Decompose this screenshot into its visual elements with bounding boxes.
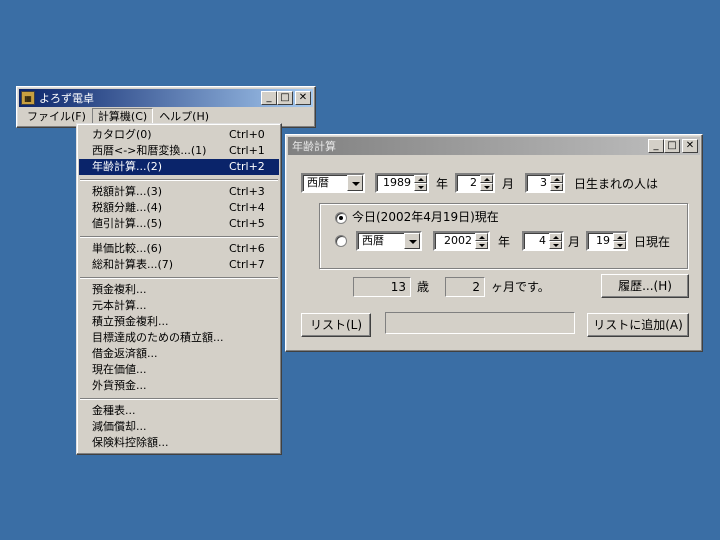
dialog-minimize-button[interactable]: _ bbox=[648, 139, 664, 153]
main-window-title: よろず電卓 bbox=[39, 92, 94, 105]
menu-item-tax-calc[interactable]: 税額計算...(3) Ctrl+3 bbox=[79, 184, 279, 200]
ref-month-label: 月 bbox=[568, 235, 581, 249]
menu-separator bbox=[80, 277, 278, 279]
menu-item-principal[interactable]: 元本計算... bbox=[79, 298, 279, 314]
menu-item-loan-repayment[interactable]: 借金返済額... bbox=[79, 346, 279, 362]
menu-item-sum-table[interactable]: 総和計算表...(7) Ctrl+7 bbox=[79, 257, 279, 273]
calculator-menu-dropdown: カタログ(0) Ctrl+0 西暦<->和暦変換...(1) Ctrl+1 年齢計算… bbox=[76, 123, 282, 455]
list-button[interactable]: リスト(L) bbox=[301, 313, 371, 337]
spin-down-icon[interactable] bbox=[549, 241, 562, 249]
close-icon: ✕ bbox=[298, 92, 308, 103]
spin-up-icon[interactable] bbox=[480, 175, 493, 183]
minimize-button[interactable]: _ bbox=[261, 91, 277, 105]
menu-item-target-saving[interactable]: 目標達成のための積立額... bbox=[79, 330, 279, 346]
calculator-app-icon: ▦ bbox=[21, 91, 35, 105]
ref-day-spinner[interactable]: 19 bbox=[586, 231, 628, 251]
maximize-button[interactable]: □ bbox=[277, 91, 293, 105]
spin-up-icon[interactable] bbox=[475, 233, 488, 241]
chevron-down-icon[interactable] bbox=[347, 175, 363, 191]
maximize-icon: □ bbox=[667, 140, 677, 151]
menu-item-insurance-deduction[interactable]: 保険料控除額... bbox=[79, 435, 279, 451]
ref-month-spinner[interactable]: 4 bbox=[522, 231, 564, 251]
main-window: ▦ よろず電卓 _ □ ✕ ファイル(F) 計算機(C) ヘルプ(H) bbox=[16, 86, 316, 128]
birth-year-spinner[interactable]: 1989 bbox=[375, 173, 429, 193]
dialog-title: 年齢計算 bbox=[292, 140, 336, 153]
radio-today-label[interactable]: 今日(2002年4月19日)現在 bbox=[352, 209, 499, 225]
birth-day-label: 日生まれの人は bbox=[574, 177, 659, 191]
dialog-close-button[interactable]: ✕ bbox=[682, 139, 698, 153]
spin-up-icon[interactable] bbox=[550, 175, 563, 183]
menu-item-installment-compound[interactable]: 積立預金複利... bbox=[79, 314, 279, 330]
status-field bbox=[385, 312, 575, 334]
ref-year-label: 年 bbox=[498, 235, 511, 249]
menu-item-tax-separation[interactable]: 税額分離...(4) Ctrl+4 bbox=[79, 200, 279, 216]
close-icon: ✕ bbox=[685, 140, 695, 151]
minimize-icon: _ bbox=[653, 140, 659, 151]
menu-item-age-calc[interactable]: 年齢計算...(2) Ctrl+2 bbox=[79, 159, 279, 175]
history-button[interactable]: 履歴...(H) bbox=[601, 274, 689, 298]
result-months: 2 bbox=[445, 277, 485, 297]
dialog-maximize-button[interactable]: □ bbox=[664, 139, 680, 153]
ref-day-label: 日現在 bbox=[634, 235, 671, 249]
spin-down-icon[interactable] bbox=[414, 183, 427, 191]
birth-month-spinner[interactable]: 2 bbox=[455, 173, 495, 193]
menu-item-denomination-table[interactable]: 金種表... bbox=[79, 403, 279, 419]
ref-year-spinner[interactable]: 2002 bbox=[433, 231, 490, 251]
age-calc-dialog: 年齢計算 _ □ ✕ 西暦 1989 年 2 月 3 日生まれの人は 今日(20… bbox=[285, 134, 703, 352]
spin-down-icon[interactable] bbox=[480, 183, 493, 191]
result-years: 13 bbox=[353, 277, 411, 297]
result-months-label: ヶ月です。 bbox=[491, 280, 550, 294]
spin-down-icon[interactable] bbox=[613, 241, 626, 249]
birth-year-label: 年 bbox=[436, 177, 449, 191]
minimize-icon: _ bbox=[266, 92, 272, 103]
menu-separator bbox=[80, 398, 278, 400]
ref-era-select[interactable]: 西暦 bbox=[356, 231, 422, 251]
radio-today[interactable] bbox=[335, 212, 347, 224]
menu-item-present-value[interactable]: 現在価値... bbox=[79, 362, 279, 378]
menu-item-foreign-deposit[interactable]: 外貨預金... bbox=[79, 378, 279, 394]
add-to-list-button[interactable]: リストに追加(A) bbox=[587, 313, 689, 337]
menu-item-unit-price[interactable]: 単価比較...(6) Ctrl+6 bbox=[79, 241, 279, 257]
chevron-down-icon[interactable] bbox=[404, 233, 420, 249]
maximize-icon: □ bbox=[280, 92, 290, 103]
birth-month-label: 月 bbox=[502, 177, 515, 191]
radio-specified-date[interactable] bbox=[335, 235, 347, 247]
spin-up-icon[interactable] bbox=[414, 175, 427, 183]
menu-separator bbox=[80, 179, 278, 181]
menu-item-catalog[interactable]: カタログ(0) Ctrl+0 bbox=[79, 127, 279, 143]
spin-down-icon[interactable] bbox=[550, 183, 563, 191]
spin-up-icon[interactable] bbox=[613, 233, 626, 241]
menu-item-depreciation[interactable]: 減価償却... bbox=[79, 419, 279, 435]
menu-item-compound-deposit[interactable]: 預金複利... bbox=[79, 282, 279, 298]
birth-era-select[interactable]: 西暦 bbox=[301, 173, 365, 193]
menu-item-era-conversion[interactable]: 西暦<->和暦変換...(1) Ctrl+1 bbox=[79, 143, 279, 159]
menu-item-discount-calc[interactable]: 値引計算...(5) Ctrl+5 bbox=[79, 216, 279, 232]
result-years-label: 歳 bbox=[417, 280, 430, 294]
spin-down-icon[interactable] bbox=[475, 241, 488, 249]
spin-up-icon[interactable] bbox=[549, 233, 562, 241]
dialog-titlebar[interactable]: 年齢計算 bbox=[288, 137, 700, 155]
menu-separator bbox=[80, 236, 278, 238]
birth-day-spinner[interactable]: 3 bbox=[525, 173, 565, 193]
close-button[interactable]: ✕ bbox=[295, 91, 311, 105]
